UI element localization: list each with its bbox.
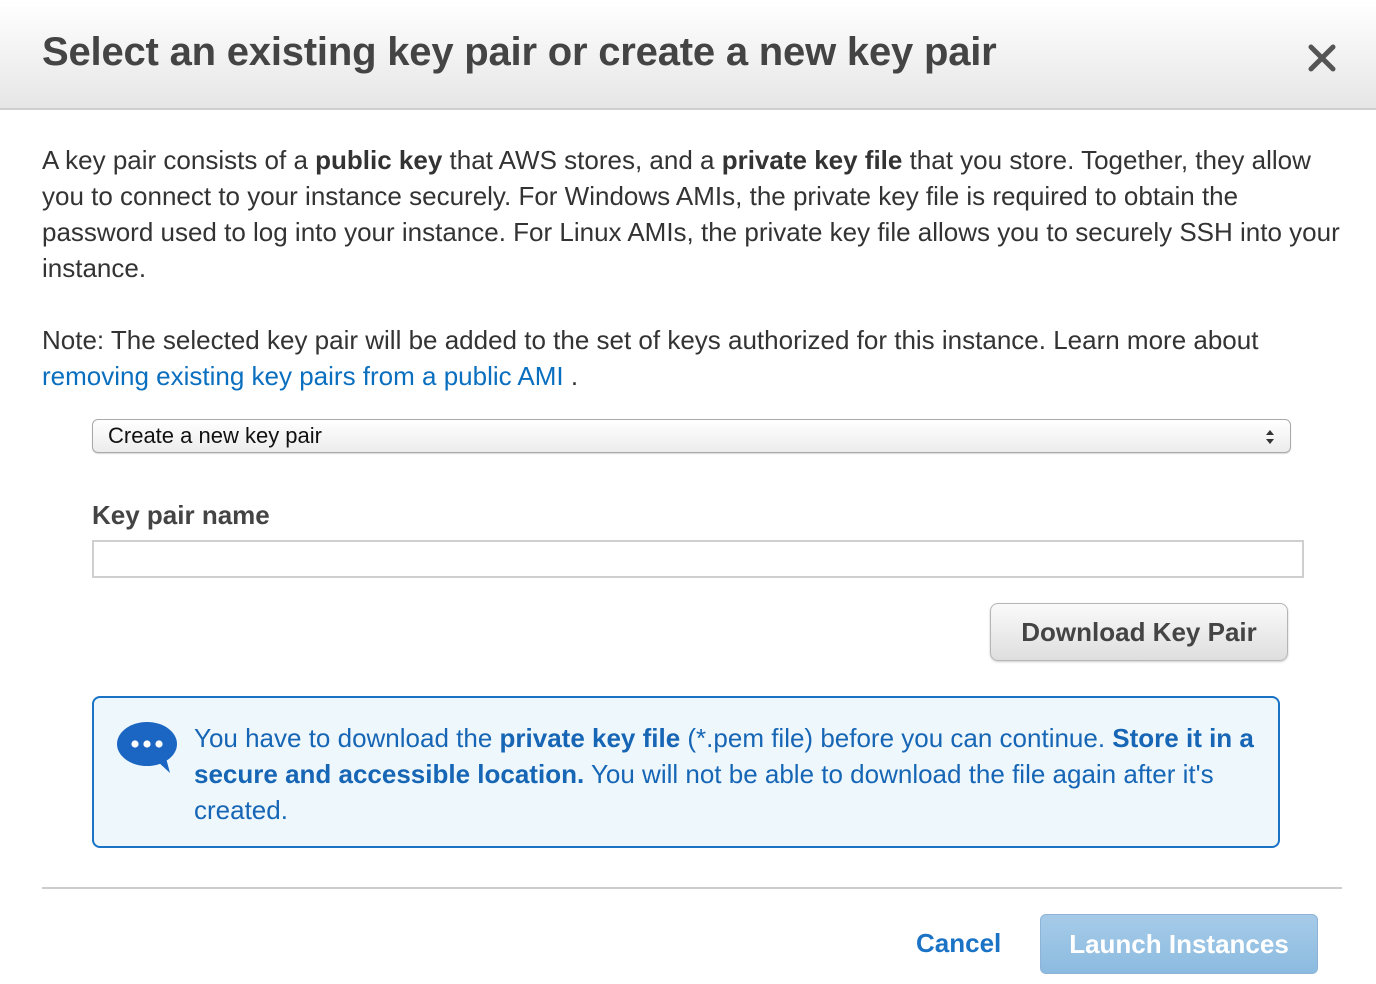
footer-divider: [42, 887, 1342, 889]
chat-bubble-icon: [117, 722, 177, 773]
note-paragraph: Note: The selected key pair will be adde…: [42, 322, 1352, 394]
download-key-pair-button[interactable]: Download Key Pair: [990, 603, 1288, 661]
cancel-button[interactable]: Cancel: [916, 928, 1001, 959]
intro-text-1: A key pair consists of a: [42, 145, 316, 175]
close-button[interactable]: [1300, 36, 1344, 80]
intro-bold-public-key: public key: [315, 145, 443, 175]
note-text: Note: The selected key pair will be adde…: [42, 325, 1259, 355]
remove-key-pairs-link[interactable]: removing existing key pairs from a publi…: [42, 361, 564, 391]
info-alert-text: You have to download the private key fil…: [194, 720, 1264, 828]
info-alert: You have to download the private key fil…: [92, 696, 1280, 848]
dialog-title: Select an existing key pair or create a …: [42, 30, 997, 74]
info-text-1: You have to download the: [194, 723, 500, 753]
close-icon: [1308, 44, 1336, 72]
info-bold-private-key-file: private key file: [499, 723, 681, 753]
intro-bold-private-key-file: private key file: [721, 145, 903, 175]
key-pair-dialog: Select an existing key pair or create a …: [0, 0, 1376, 984]
dialog-header: Select an existing key pair or create a …: [0, 0, 1376, 110]
info-text-2: (*.pem file) before you can continue.: [680, 723, 1113, 753]
key-pair-name-input[interactable]: [92, 540, 1304, 578]
key-pair-select-value: Create a new key pair: [108, 423, 322, 448]
note-suffix: .: [563, 361, 579, 391]
intro-paragraph: A key pair consists of a public key that…: [42, 142, 1352, 286]
key-pair-select[interactable]: Create a new key pair: [92, 419, 1291, 453]
select-arrows-icon: [1266, 430, 1274, 444]
key-pair-name-label: Key pair name: [92, 500, 270, 530]
launch-instances-button[interactable]: Launch Instances: [1040, 914, 1318, 974]
intro-text-2: that AWS stores, and a: [442, 145, 722, 175]
